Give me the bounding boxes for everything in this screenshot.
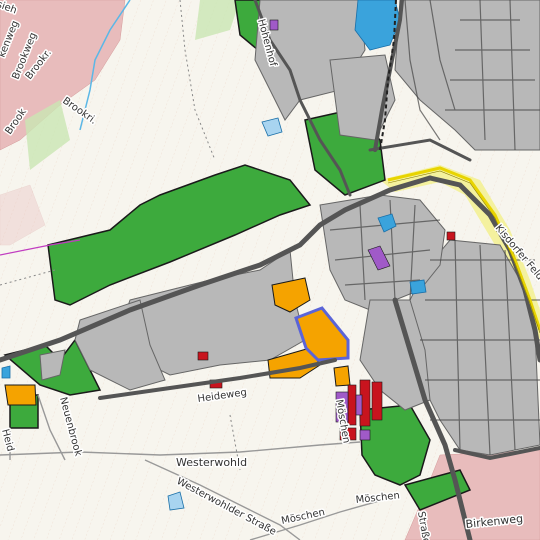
pond-west	[1, 365, 11, 379]
orange-area-south	[333, 365, 351, 387]
pond-small-east	[409, 279, 427, 295]
map-canvas[interactable]: sieh kenweg Brookweg Brook Brookr. Brook…	[0, 0, 540, 540]
label-westerwohld: Westerwohld	[176, 456, 247, 469]
orange-area-west	[4, 384, 37, 406]
